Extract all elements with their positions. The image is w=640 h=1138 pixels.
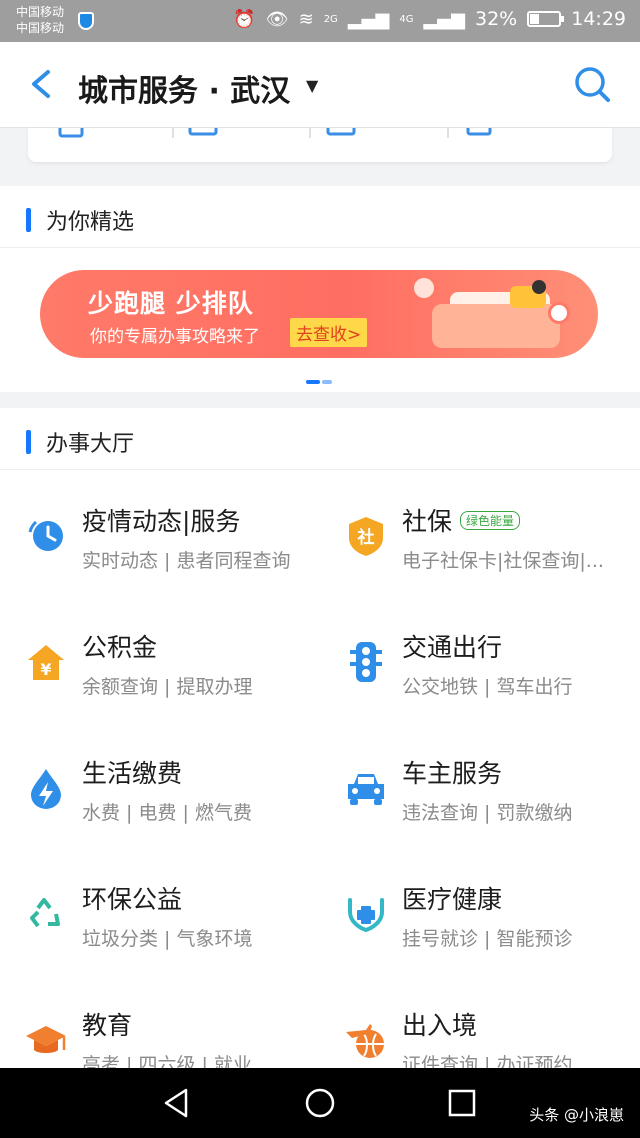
system-navigation-bar [0, 1068, 640, 1138]
service-title: 出入境 [402, 1011, 478, 1040]
service-title: 交通出行 [402, 633, 503, 662]
service-subtitle: 电子社保卡|社保查询|... [402, 550, 604, 572]
plane-globe-icon [346, 1024, 384, 1058]
service-car-owner[interactable]: 车主服务 违法查询 | 罚款缴纳 [0, 722, 572, 848]
back-chevron-icon[interactable] [22, 64, 62, 104]
city-dropdown-caret-icon[interactable]: ▼ [306, 76, 318, 95]
section-marker [26, 430, 31, 454]
carrier-line-1: 中国移动 [16, 5, 65, 19]
banner-headline: 少跑腿 少排队 [88, 289, 254, 318]
service-title: 社保 绿色能量 [402, 502, 521, 538]
service-title: 医疗健康 [402, 885, 503, 914]
banner-subline: 你的专属办事攻略来了 [90, 327, 260, 347]
person-head-illustration [532, 280, 546, 294]
car-icon [348, 774, 384, 805]
featured-banner-area: 少跑腿 少排队 你的专属办事攻略来了 去查收> [0, 248, 640, 392]
featured-section-header: 为你精选 [0, 186, 640, 248]
service-subtitle: 违法查询 | 罚款缴纳 [402, 802, 573, 824]
nav-home-icon[interactable] [303, 1086, 337, 1120]
service-healthcare[interactable]: 医疗健康 挂号就诊 | 智能预诊 [0, 848, 572, 974]
sofa-illustration [432, 304, 560, 348]
traffic-light-icon [350, 642, 382, 682]
clock: 14:29 [571, 8, 626, 30]
service-subtitle: 证件查询 | 办证预约 [402, 1054, 573, 1070]
page-title[interactable]: 城市服务 · 武汉 [78, 66, 290, 110]
alarm-icon: ⏰ [233, 8, 256, 30]
svg-text:社: 社 [357, 527, 375, 548]
service-subtitle: 挂号就诊 | 智能预诊 [402, 928, 573, 950]
carousel-dot [322, 380, 332, 384]
eye-icon: 👁 [265, 8, 289, 30]
network-4g-label: 4G [399, 13, 414, 25]
stethoscope-icon [348, 898, 384, 933]
battery-fill [530, 14, 540, 24]
scrolled-card-fragments [58, 128, 492, 138]
app-header: 城市服务 · 武汉 ▼ [0, 42, 640, 128]
security-app-icon [78, 12, 94, 30]
battery-percent: 32% [475, 8, 518, 30]
hall-section-header: 办事大厅 [0, 408, 640, 470]
carrier-line-2: 中国移动 [16, 21, 65, 35]
signal-icon: ▂▄▆ [347, 8, 390, 30]
service-transport[interactable]: 交通出行 公交地铁 | 驾车出行 [0, 596, 572, 722]
service-exit-entry[interactable]: 出入境 证件查询 | 办证预约 [0, 974, 572, 1070]
service-title-text: 社保 [402, 507, 453, 536]
carrier-info: 中国移动 中国移动 [16, 4, 64, 36]
featured-section-title: 为你精选 [46, 210, 135, 235]
promo-banner[interactable]: 少跑腿 少排队 你的专属办事攻略来了 去查收> [40, 270, 598, 358]
service-title: 车主服务 [402, 759, 503, 788]
service-grid: 疫情动态|服务 实时动态 | 患者同程查询 社 社保 绿色能量 电子社保卡|社保查… [0, 470, 640, 1070]
carousel-indicator [306, 380, 332, 384]
search-icon[interactable] [572, 64, 612, 104]
battery-icon [527, 11, 565, 27]
status-bar: 中国移动 中国移动 ⏰ 👁 ≋ 2G ▂▄▆ 4G ▂▄▆ 32% 14:29 [0, 0, 640, 42]
watermark: 头条 @小浪崽 [529, 1106, 624, 1124]
shield-she-icon: 社 [349, 517, 383, 556]
service-social-insurance[interactable]: 社 社保 绿色能量 电子社保卡|社保查询|... [0, 470, 604, 596]
hall-section-title: 办事大厅 [46, 432, 135, 457]
network-2g-label: 2G [323, 13, 338, 25]
green-energy-badge: 绿色能量 [460, 511, 521, 530]
document-icon [414, 278, 434, 298]
banner-cta[interactable]: 去查收> [290, 318, 368, 347]
nav-back-icon[interactable] [160, 1086, 194, 1120]
service-subtitle: 公交地铁 | 驾车出行 [402, 676, 573, 698]
lightning-badge-icon [548, 302, 570, 324]
wifi-icon: ≋ [298, 8, 314, 30]
scrolled-quick-card [28, 128, 612, 162]
section-marker [26, 208, 31, 232]
carousel-dot-active [306, 380, 320, 384]
signal-icon-2: ▂▄▆ [423, 8, 465, 30]
nav-recents-icon[interactable] [445, 1086, 479, 1120]
